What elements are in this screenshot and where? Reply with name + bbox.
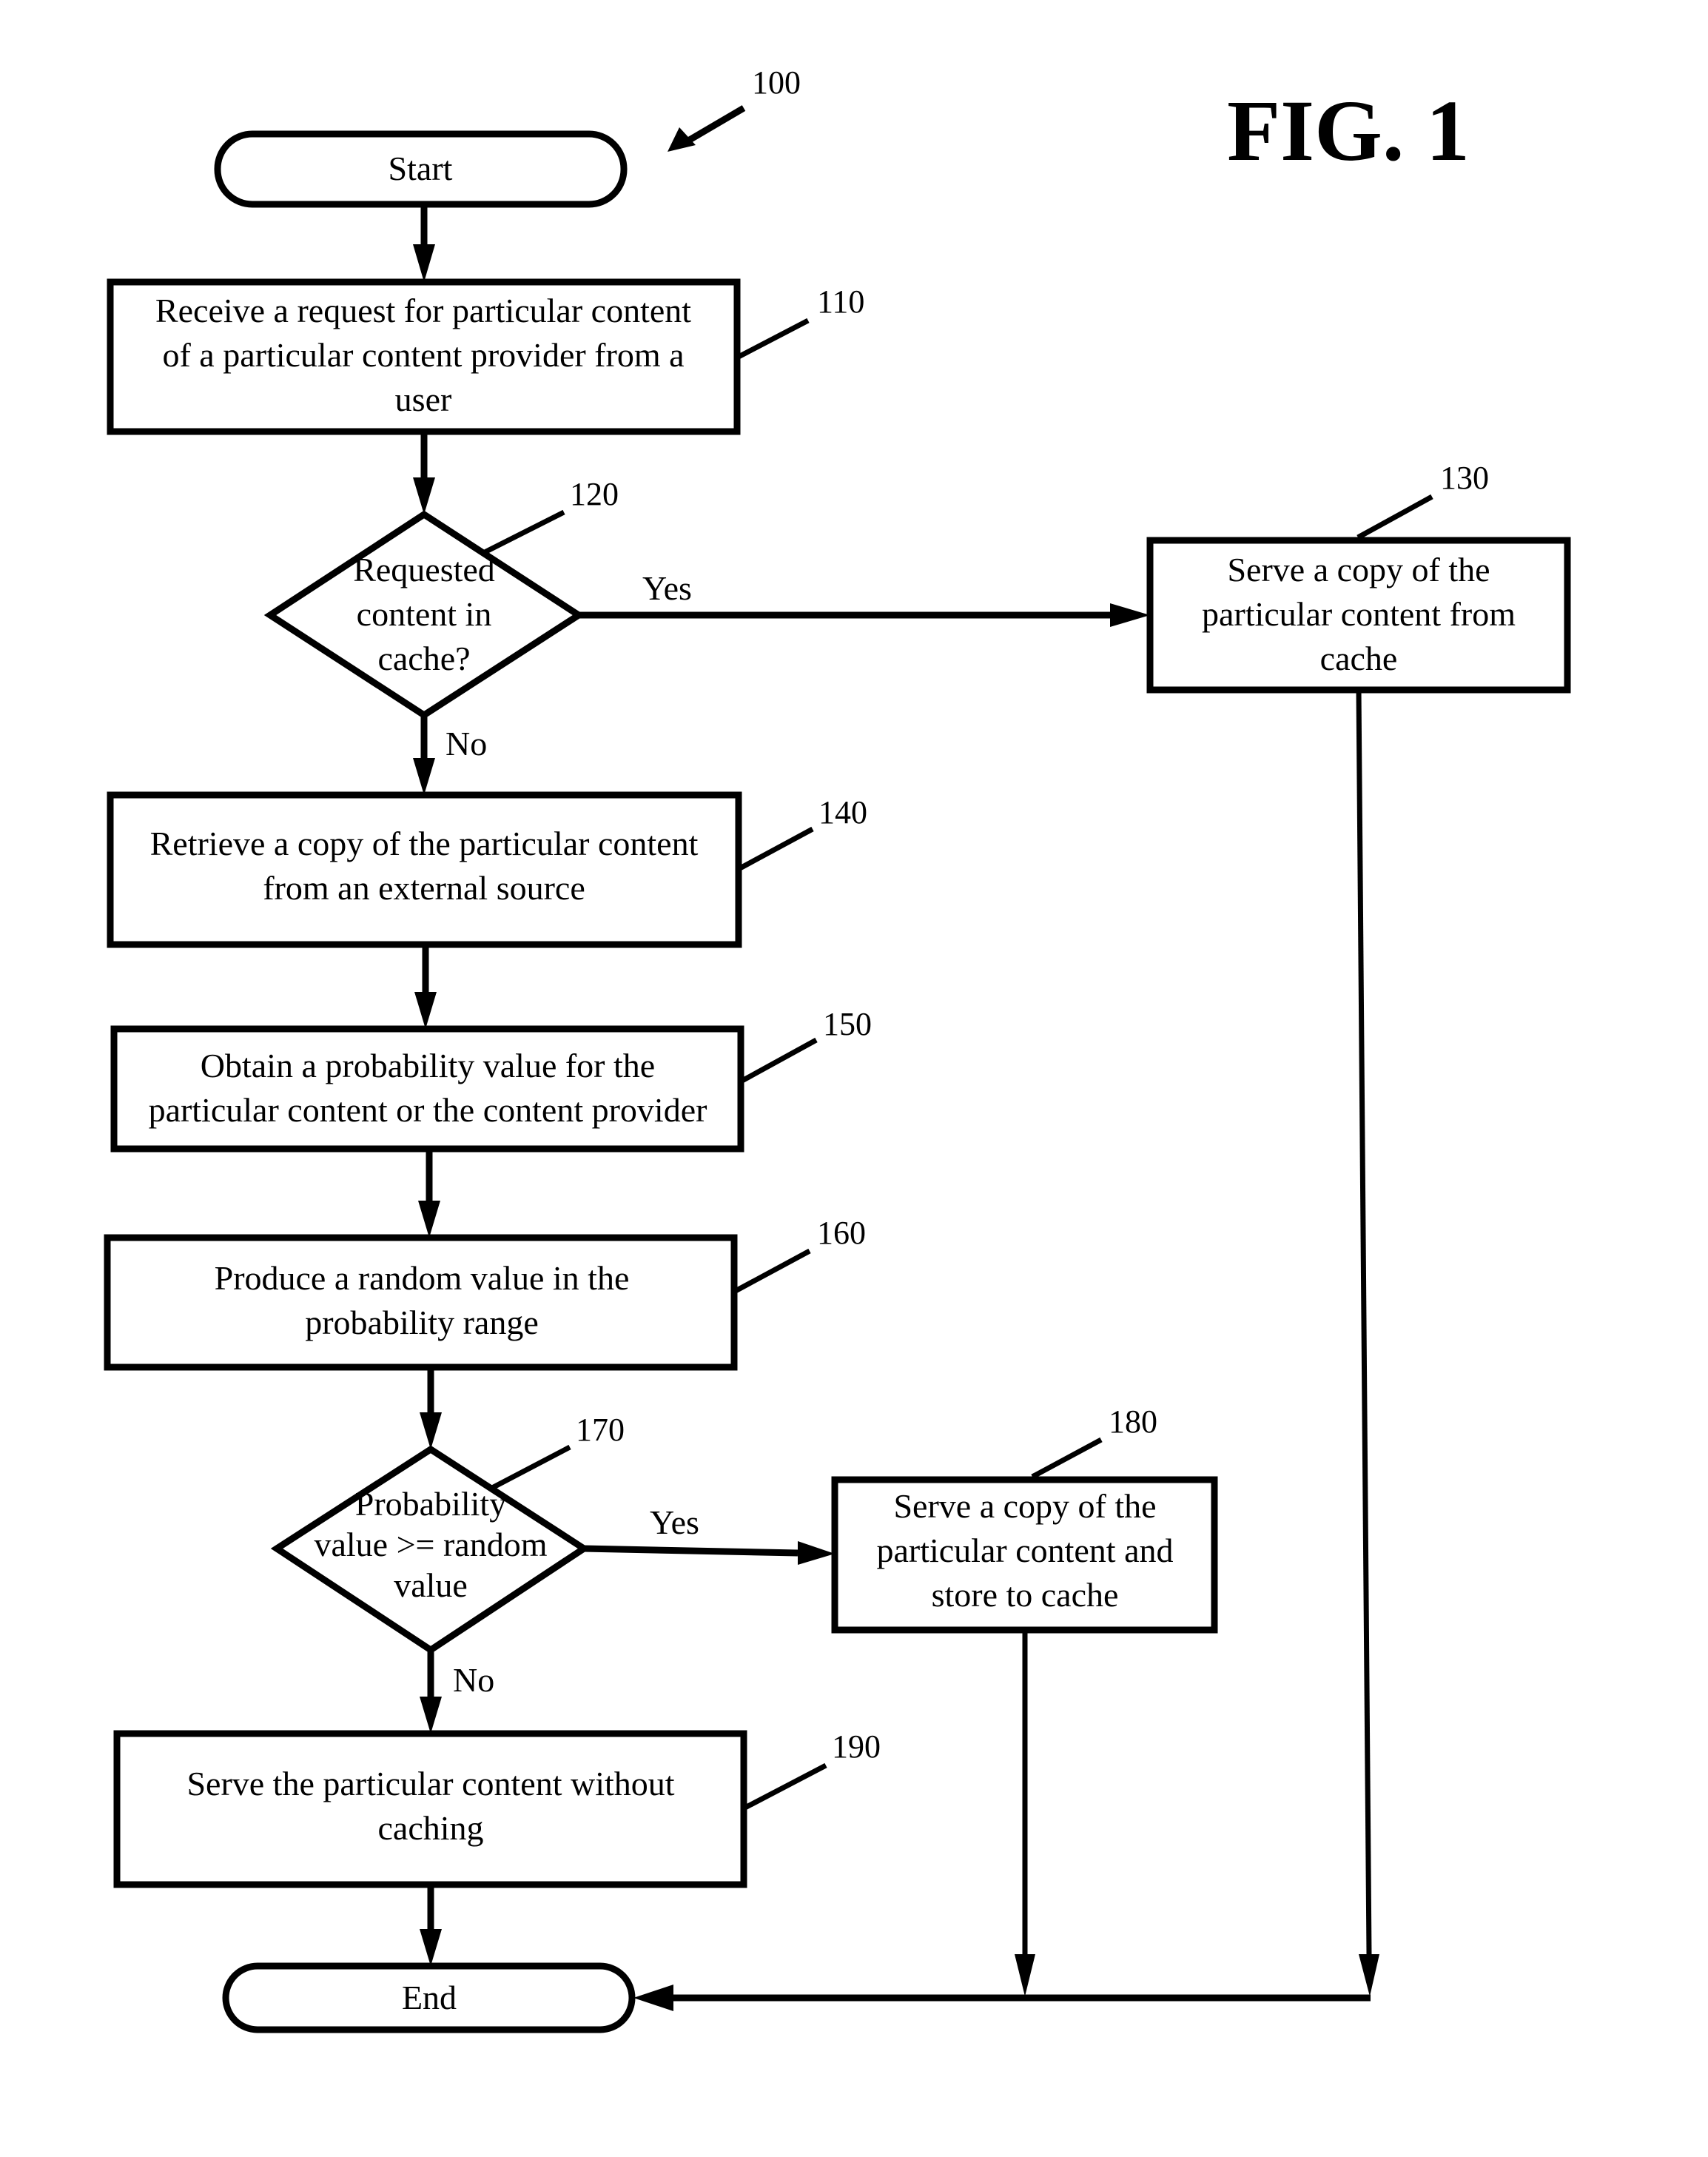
box-150-line-1: Obtain a probability value for the: [201, 1047, 655, 1084]
edge-180-to-end: [1015, 1630, 1035, 1996]
process-box-160: Produce a random value in the probabilit…: [104, 1234, 738, 1371]
leader-line-130: [1356, 494, 1433, 540]
process-box-110: Receive a request for particular content…: [107, 278, 741, 435]
diamond-120-line-3: cache?: [377, 640, 470, 677]
yes-label-120: Yes: [642, 569, 692, 607]
edge-160-to-170: [420, 1367, 442, 1449]
box-150-line-2: particular content or the content provid…: [149, 1091, 707, 1129]
decision-diamond-170: Probability value >= random value: [270, 1445, 591, 1654]
figure-reference-number: 100: [752, 64, 801, 101]
ref-number-170: 170: [576, 1412, 625, 1448]
box-110-line-1: Receive a request for particular content: [155, 292, 691, 329]
edge-120-no-to-140: [413, 715, 435, 795]
box-130-line-1: Serve a copy of the: [1227, 551, 1490, 588]
box-180-line-3: store to cache: [932, 1576, 1119, 1614]
box-110-line-3: user: [395, 380, 452, 418]
diamond-170-line-3: value: [394, 1566, 468, 1604]
edge-170-no-to-190: [420, 1650, 442, 1734]
leader-line-170: [491, 1444, 571, 1491]
box-190-line-1: Serve the particular content without: [186, 1765, 674, 1802]
leader-line-120: [482, 509, 565, 556]
edge-110-to-120: [413, 432, 435, 514]
ref-number-160: 160: [817, 1215, 866, 1251]
ref-number-180: 180: [1109, 1403, 1157, 1440]
box-130-line-2: particular content from: [1202, 595, 1516, 633]
ref-number-110: 110: [817, 284, 864, 320]
diamond-120-line-2: content in: [357, 595, 492, 633]
diamond-170-line-1: Probability: [355, 1485, 506, 1523]
box-140-line-1: Retrieve a copy of the particular conten…: [150, 825, 699, 862]
ref-number-120: 120: [570, 476, 619, 512]
no-label-170: No: [453, 1661, 494, 1699]
leader-line-110: [736, 318, 810, 360]
figure-title: FIG. 1: [1227, 82, 1470, 179]
decision-diamond-120: Requested content in cache?: [263, 510, 585, 719]
leader-line-140: [737, 826, 814, 872]
box-190-line-2: caching: [377, 1809, 483, 1847]
yes-label-170: Yes: [650, 1503, 699, 1541]
box-160-line-1: Produce a random value in the: [215, 1259, 630, 1297]
process-box-180: Serve a copy of the particular content a…: [831, 1476, 1218, 1634]
box-160-line-2: probability range: [305, 1304, 539, 1341]
leader-line-190: [742, 1762, 827, 1811]
box-180-line-2: particular content and: [876, 1532, 1173, 1569]
box-140-line-2: from an external source: [263, 869, 585, 907]
edge-start-to-110: [413, 204, 435, 282]
process-box-130: Serve a copy of the particular content f…: [1146, 537, 1571, 694]
edge-merge-to-end: [633, 1985, 1371, 2011]
edge-190-to-end: [420, 1885, 442, 1966]
leader-line-180: [1031, 1437, 1103, 1480]
flowchart: FIG. 1 100 Start Receive a request for p…: [104, 64, 1571, 2033]
no-label-120: No: [446, 725, 487, 762]
leader-line-160: [733, 1248, 811, 1295]
edge-150-to-160: [418, 1149, 440, 1238]
diamond-120-line-1: Requested: [353, 551, 495, 588]
figure-reference-arrow: [668, 105, 746, 152]
edge-170-yes-to-180: [583, 1541, 835, 1565]
box-180-line-1: Serve a copy of the: [893, 1487, 1156, 1525]
ref-number-140: 140: [818, 794, 867, 831]
diamond-170-line-2: value >= random: [314, 1526, 547, 1563]
process-box-140: Retrieve a copy of the particular conten…: [107, 791, 742, 948]
process-box-190: Serve the particular content without cac…: [113, 1730, 747, 1888]
edge-130-to-end: [1356, 689, 1379, 1996]
process-box-150: Obtain a probability value for the parti…: [110, 1025, 744, 1153]
edge-140-to-150: [414, 945, 437, 1029]
end-terminal: End: [222, 1962, 636, 2033]
ref-number-190: 190: [832, 1728, 881, 1765]
box-130-line-3: cache: [1320, 640, 1398, 677]
leader-line-150: [739, 1037, 818, 1084]
start-label: Start: [389, 150, 453, 187]
box-110-line-2: of a particular content provider from a: [162, 336, 684, 374]
ref-number-130: 130: [1440, 460, 1489, 496]
ref-number-150: 150: [823, 1006, 872, 1042]
end-label: End: [402, 1979, 457, 2016]
start-terminal: Start: [214, 130, 628, 208]
